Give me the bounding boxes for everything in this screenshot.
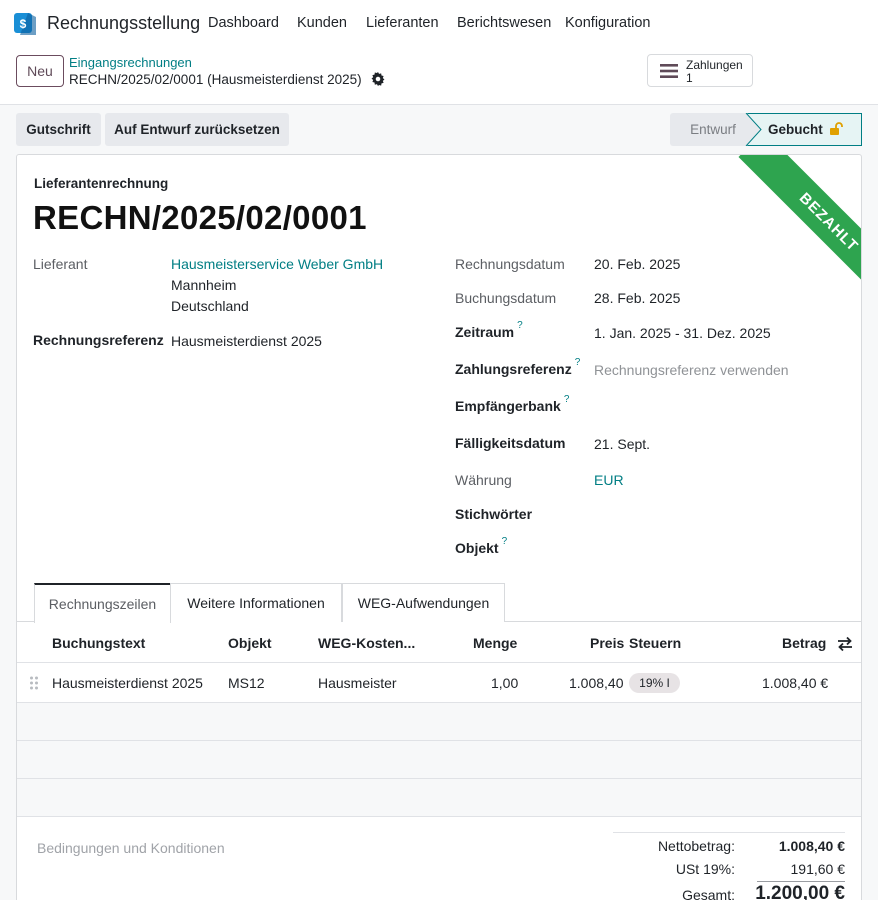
reset-to-draft-button[interactable]: Auf Entwurf zurücksetzen <box>105 113 289 146</box>
col-weg-cost[interactable]: WEG-Kosten... <box>318 635 415 651</box>
vendor-label: Lieferant <box>33 256 88 272</box>
totals-divider <box>613 832 845 833</box>
tags-label: Stichwörter <box>455 506 533 522</box>
col-price[interactable]: Preis <box>590 635 624 651</box>
document-name: RECHN/2025/02/0001 <box>33 199 367 236</box>
empty-row[interactable] <box>17 741 861 778</box>
payments-smart-button[interactable]: Zahlungen 1 <box>647 54 753 87</box>
list-icon <box>660 64 678 78</box>
object-label: Objekt? <box>455 536 507 556</box>
form-sheet: BEZAHLT Lieferantenrechnung RECHN/2025/0… <box>16 154 862 900</box>
period-label-text: Zeitraum <box>455 324 515 340</box>
drag-handle-icon[interactable] <box>29 675 39 691</box>
invoice-date-label: Rechnungsdatum <box>455 256 565 272</box>
document-type: Lieferantenrechnung <box>34 176 169 191</box>
unlock-icon <box>830 122 843 135</box>
menu-vendors[interactable]: Lieferanten <box>366 15 439 31</box>
help-icon[interactable]: ? <box>517 320 523 331</box>
col-label[interactable]: Buchungstext <box>52 635 145 651</box>
status-draft[interactable]: Entwurf <box>670 113 756 146</box>
tax-amount: 191,60 € <box>790 861 846 877</box>
top-navbar: $ Rechnungsstellung Dashboard Kunden Lie… <box>0 0 878 46</box>
menu-reporting[interactable]: Berichtswesen <box>457 15 551 31</box>
tax-amount-label: USt 19%: <box>675 861 735 877</box>
period-label: Zeitraum? <box>455 320 523 340</box>
due-date-label: Fälligkeitsdatum <box>455 435 566 451</box>
new-button[interactable]: Neu <box>16 55 64 87</box>
vendor-country: Deutschland <box>171 298 249 314</box>
col-taxes[interactable]: Steuern <box>629 635 681 651</box>
accounting-date-label: Buchungsdatum <box>455 290 557 306</box>
empty-row[interactable] <box>17 779 861 816</box>
col-quantity[interactable]: Menge <box>473 635 517 651</box>
tax-badge[interactable]: 19% I <box>629 673 680 693</box>
payment-reference-label-text: Zahlungsreferenz <box>455 361 572 377</box>
status-arrow <box>745 113 762 146</box>
svg-text:$: $ <box>20 17 27 31</box>
col-object[interactable]: Objekt <box>228 635 272 651</box>
tab-weg-expenses[interactable]: WEG-Aufwendungen <box>342 583 505 622</box>
header-divider <box>17 662 861 663</box>
untaxed-amount: 1.008,40 € <box>778 838 845 854</box>
total-divider <box>757 881 845 882</box>
payment-reference-field[interactable]: Rechnungsreferenz verwenden <box>594 362 789 378</box>
object-label-text: Objekt <box>455 540 499 556</box>
col-amount[interactable]: Betrag <box>782 635 826 651</box>
period-field[interactable]: 1. Jan. 2025 - 31. Dez. 2025 <box>594 325 771 341</box>
accounting-date-field[interactable]: 28. Feb. 2025 <box>594 290 680 306</box>
empty-row[interactable] <box>17 703 861 740</box>
paid-ribbon-label: BEZAHLT <box>738 155 861 305</box>
line-object[interactable]: MS12 <box>228 675 265 691</box>
vendor-field[interactable]: Hausmeisterservice Weber GmbH <box>171 256 383 272</box>
recipient-bank-label-text: Empfängerbank <box>455 398 561 414</box>
line-quantity[interactable]: 1,00 <box>491 675 518 691</box>
terms-field[interactable]: Bedingungen und Konditionen <box>37 840 225 856</box>
breadcrumb-parent-link[interactable]: Eingangsrechnungen <box>69 55 192 70</box>
line-amount: 1.008,40 € <box>762 675 829 691</box>
line-price[interactable]: 1.008,40 <box>569 675 624 691</box>
menu-customers[interactable]: Kunden <box>297 15 347 31</box>
menu-dashboard[interactable]: Dashboard <box>208 15 279 31</box>
payments-label: Zahlungen <box>686 58 743 72</box>
total-amount: 1.200,00 € <box>755 883 845 900</box>
optional-columns-icon[interactable] <box>836 636 854 652</box>
tab-other-info[interactable]: Weitere Informationen <box>170 583 342 622</box>
due-date-field[interactable]: 21. Sept. <box>594 436 650 452</box>
recipient-bank-label: Empfängerbank? <box>455 394 569 414</box>
tab-invoice-lines[interactable]: Rechnungszeilen <box>34 583 171 623</box>
line-weg-cost[interactable]: Hausmeister <box>318 675 397 691</box>
status-posted[interactable]: Gebucht <box>745 113 862 146</box>
line-label[interactable]: Hausmeisterdienst 2025 <box>52 675 203 691</box>
invoicing-app-icon[interactable]: $ <box>14 11 36 35</box>
untaxed-amount-label: Nettobetrag: <box>657 838 735 854</box>
breadcrumb-current: RECHN/2025/02/0001 (Hausmeisterdienst 20… <box>69 72 362 87</box>
status-posted-label: Gebucht <box>768 122 823 137</box>
invoice-date-field[interactable]: 20. Feb. 2025 <box>594 256 680 272</box>
payments-count: 1 <box>686 71 693 85</box>
vendor-city: Mannheim <box>171 277 237 293</box>
bill-reference-label: Rechnungsreferenz <box>33 332 164 348</box>
currency-label: Währung <box>455 472 512 488</box>
help-icon[interactable]: ? <box>564 394 570 405</box>
credit-note-button[interactable]: Gutschrift <box>16 113 101 146</box>
help-icon[interactable]: ? <box>575 357 581 368</box>
gear-icon[interactable] <box>371 72 385 86</box>
help-icon[interactable]: ? <box>502 536 508 547</box>
row-divider <box>17 816 861 817</box>
bill-reference-field[interactable]: Hausmeisterdienst 2025 <box>171 333 322 349</box>
app-name[interactable]: Rechnungsstellung <box>47 13 200 34</box>
menu-configuration[interactable]: Konfiguration <box>565 15 650 31</box>
payment-reference-label: Zahlungsreferenz? <box>455 357 580 377</box>
currency-field[interactable]: EUR <box>594 472 624 488</box>
paid-ribbon: BEZAHLT <box>711 155 861 305</box>
